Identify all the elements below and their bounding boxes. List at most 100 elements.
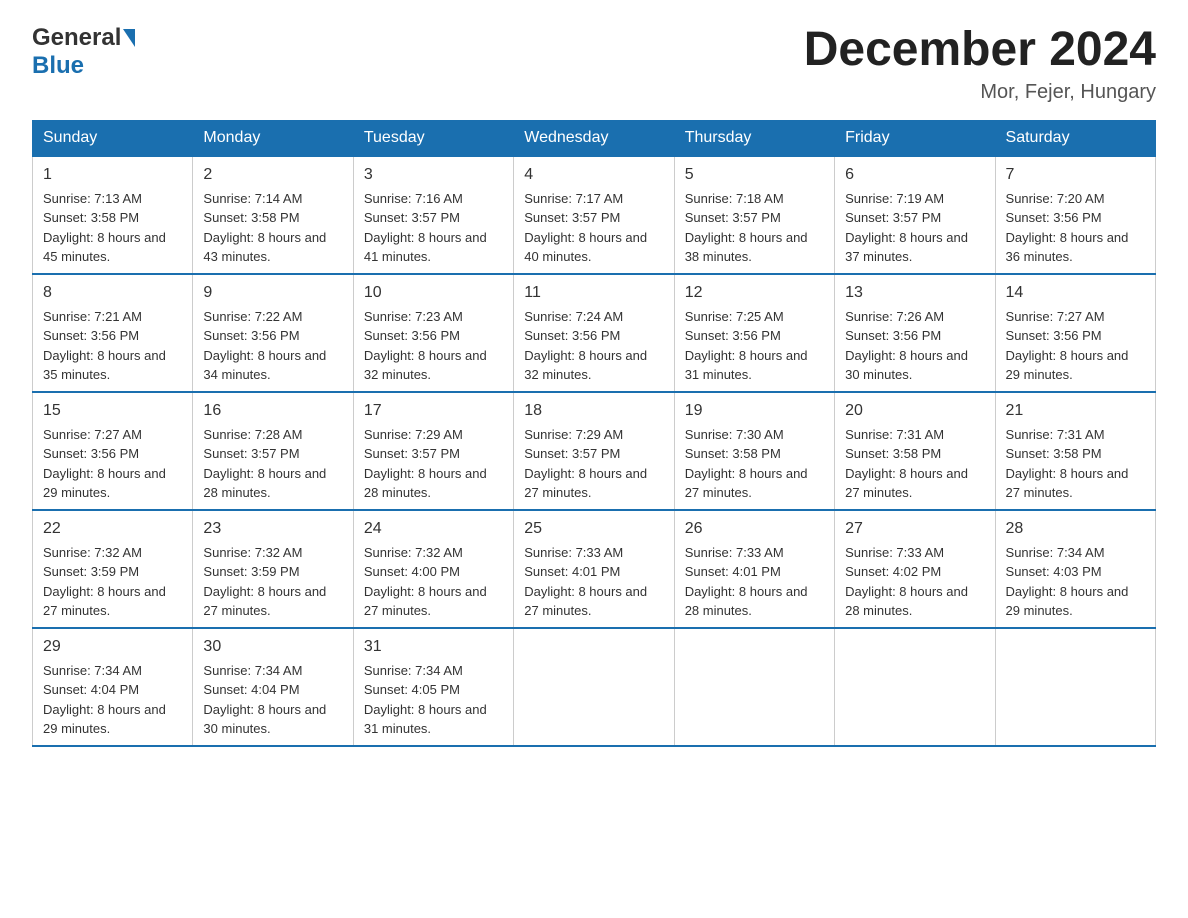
sunrise-text: Sunrise: 7:27 AM bbox=[43, 427, 142, 442]
sunset-text: Sunset: 4:04 PM bbox=[43, 682, 139, 697]
calendar-week-1: 1Sunrise: 7:13 AMSunset: 3:58 PMDaylight… bbox=[33, 156, 1156, 274]
day-number: 14 bbox=[1006, 281, 1145, 305]
sunset-text: Sunset: 4:04 PM bbox=[203, 682, 299, 697]
calendar-cell: 10Sunrise: 7:23 AMSunset: 3:56 PMDayligh… bbox=[353, 274, 513, 392]
daylight-text: Daylight: 8 hours and 32 minutes. bbox=[524, 348, 647, 383]
sunset-text: Sunset: 3:56 PM bbox=[524, 328, 620, 343]
calendar-cell: 19Sunrise: 7:30 AMSunset: 3:58 PMDayligh… bbox=[674, 392, 834, 510]
day-number: 25 bbox=[524, 517, 663, 541]
sunset-text: Sunset: 3:56 PM bbox=[364, 328, 460, 343]
sunset-text: Sunset: 3:58 PM bbox=[203, 210, 299, 225]
calendar-cell bbox=[514, 628, 674, 746]
calendar-cell: 13Sunrise: 7:26 AMSunset: 3:56 PMDayligh… bbox=[835, 274, 995, 392]
sunset-text: Sunset: 3:56 PM bbox=[845, 328, 941, 343]
calendar-cell: 24 Sunrise: 7:32 AM Sunset: 4:00 PM Dayligh… bbox=[353, 510, 513, 628]
sunset-text: Sunset: 3:57 PM bbox=[685, 210, 781, 225]
sunset-text: Sunset: 3:56 PM bbox=[203, 328, 299, 343]
sunrise-text: Sunrise: 7:32 AM bbox=[43, 545, 142, 560]
sunset-text: Sunset: 3:57 PM bbox=[524, 210, 620, 225]
daylight-text: Daylight: 8 hours and 43 minutes. bbox=[203, 230, 326, 265]
day-number: 9 bbox=[203, 281, 342, 305]
sunset-text: Sunset: 4:01 PM bbox=[685, 564, 781, 579]
location: Mor, Fejer, Hungary bbox=[804, 81, 1156, 104]
daylight-text: Daylight: 8 hours and 27 minutes. bbox=[43, 584, 166, 619]
daylight-text: Daylight: 8 hours and 27 minutes. bbox=[845, 466, 968, 501]
sunset-text: Sunset: 4:01 PM bbox=[524, 564, 620, 579]
calendar-week-2: 8Sunrise: 7:21 AMSunset: 3:56 PMDaylight… bbox=[33, 274, 1156, 392]
sunrise-text: Sunrise: 7:29 AM bbox=[524, 427, 623, 442]
day-number: 15 bbox=[43, 399, 182, 423]
calendar-cell: 2 Sunrise: 7:14 AM Sunset: 3:58 PM Daylight… bbox=[193, 156, 353, 274]
day-number: 20 bbox=[845, 399, 984, 423]
title-area: December 2024 Mor, Fejer, Hungary bbox=[804, 24, 1156, 104]
day-number: 28 bbox=[1006, 517, 1145, 541]
daylight-text: Daylight: 8 hours and 29 minutes. bbox=[43, 466, 166, 501]
calendar-cell: 14Sunrise: 7:27 AMSunset: 3:56 PMDayligh… bbox=[995, 274, 1155, 392]
calendar-cell: 22Sunrise: 7:32 AMSunset: 3:59 PMDayligh… bbox=[33, 510, 193, 628]
sunset-text: Sunset: 3:57 PM bbox=[845, 210, 941, 225]
daylight-text: Daylight: 8 hours and 29 minutes. bbox=[43, 702, 166, 737]
sunrise-text: Sunrise: 7:22 AM bbox=[203, 309, 302, 324]
calendar-week-4: 22Sunrise: 7:32 AMSunset: 3:59 PMDayligh… bbox=[33, 510, 1156, 628]
day-number: 12 bbox=[685, 281, 824, 305]
daylight-text: Daylight: 8 hours and 31 minutes. bbox=[364, 702, 487, 737]
day-number: 16 bbox=[203, 399, 342, 423]
daylight-text: Daylight: 8 hours and 35 minutes. bbox=[43, 348, 166, 383]
calendar-cell: 31Sunrise: 7:34 AMSunset: 4:05 PMDayligh… bbox=[353, 628, 513, 746]
sunrise-text: Sunrise: 7:25 AM bbox=[685, 309, 784, 324]
sunset-text: Sunset: 4:03 PM bbox=[1006, 564, 1102, 579]
sunset-text: Sunset: 3:56 PM bbox=[1006, 328, 1102, 343]
sunset-text: Sunset: 3:59 PM bbox=[203, 564, 299, 579]
day-number: 31 bbox=[364, 635, 503, 659]
logo-blue: Blue bbox=[32, 52, 84, 79]
daylight-text: Daylight: 8 hours and 41 minutes. bbox=[364, 230, 487, 265]
logo-general: General bbox=[32, 24, 121, 52]
daylight-text: Daylight: 8 hours and 38 minutes. bbox=[685, 230, 808, 265]
sunset-text: Sunset: 3:56 PM bbox=[43, 328, 139, 343]
daylight-text: Daylight: 8 hours and 30 minutes. bbox=[845, 348, 968, 383]
calendar-cell: 30Sunrise: 7:34 AMSunset: 4:04 PMDayligh… bbox=[193, 628, 353, 746]
day-number: 26 bbox=[685, 517, 824, 541]
logo: General Blue bbox=[32, 24, 135, 80]
sunrise-text: Sunrise: 7:24 AM bbox=[524, 309, 623, 324]
daylight-text: Daylight: 8 hours and 29 minutes. bbox=[1006, 348, 1129, 383]
day-number: 11 bbox=[524, 281, 663, 305]
sunrise-text: Sunrise: 7:31 AM bbox=[845, 427, 944, 442]
calendar-cell: 20 Sunrise: 7:31 AM Sunset: 3:58 PM Dayligh… bbox=[835, 392, 995, 510]
calendar-cell: 16Sunrise: 7:28 AMSunset: 3:57 PMDayligh… bbox=[193, 392, 353, 510]
day-number: 4 bbox=[524, 163, 663, 187]
daylight-text: Daylight: 8 hours and 29 minutes. bbox=[1006, 584, 1129, 619]
sunrise-text: Sunrise: 7:20 AM bbox=[1006, 191, 1105, 206]
weekday-header-sunday: Sunday bbox=[33, 120, 193, 156]
calendar-cell bbox=[835, 628, 995, 746]
sunrise-text: Sunrise: 7:23 AM bbox=[364, 309, 463, 324]
day-number: 30 bbox=[203, 635, 342, 659]
sunrise-text: Sunrise: 7:14 AM bbox=[203, 191, 302, 206]
month-title: December 2024 bbox=[804, 24, 1156, 77]
sunrise-text: Sunrise: 7:34 AM bbox=[43, 663, 142, 678]
calendar-cell: 3Sunrise: 7:16 AMSunset: 3:57 PMDaylight… bbox=[353, 156, 513, 274]
calendar-cell: 7Sunrise: 7:20 AMSunset: 3:56 PMDaylight… bbox=[995, 156, 1155, 274]
day-number: 18 bbox=[524, 399, 663, 423]
day-number: 17 bbox=[364, 399, 503, 423]
calendar-cell: 9Sunrise: 7:22 AMSunset: 3:56 PMDaylight… bbox=[193, 274, 353, 392]
daylight-text: Daylight: 8 hours and 27 minutes. bbox=[203, 584, 326, 619]
sunrise-text: Sunrise: 7:32 AM bbox=[364, 545, 463, 560]
sunrise-text: Sunrise: 7:32 AM bbox=[203, 545, 302, 560]
day-number: 5 bbox=[685, 163, 824, 187]
sunset-text: Sunset: 3:58 PM bbox=[845, 446, 941, 461]
day-number: 1 bbox=[43, 163, 182, 187]
sunset-text: Sunset: 3:59 PM bbox=[43, 564, 139, 579]
day-number: 2 bbox=[203, 163, 342, 187]
logo-arrow-icon bbox=[123, 29, 135, 47]
sunset-text: Sunset: 4:00 PM bbox=[364, 564, 460, 579]
day-number: 24 bbox=[364, 517, 503, 541]
weekday-header-thursday: Thursday bbox=[674, 120, 834, 156]
sunset-text: Sunset: 4:02 PM bbox=[845, 564, 941, 579]
calendar-cell bbox=[995, 628, 1155, 746]
calendar-table: SundayMondayTuesdayWednesdayThursdayFrid… bbox=[32, 120, 1156, 747]
day-number: 3 bbox=[364, 163, 503, 187]
calendar-cell: 5Sunrise: 7:18 AMSunset: 3:57 PMDaylight… bbox=[674, 156, 834, 274]
daylight-text: Daylight: 8 hours and 27 minutes. bbox=[364, 584, 487, 619]
calendar-cell: 4Sunrise: 7:17 AMSunset: 3:57 PMDaylight… bbox=[514, 156, 674, 274]
